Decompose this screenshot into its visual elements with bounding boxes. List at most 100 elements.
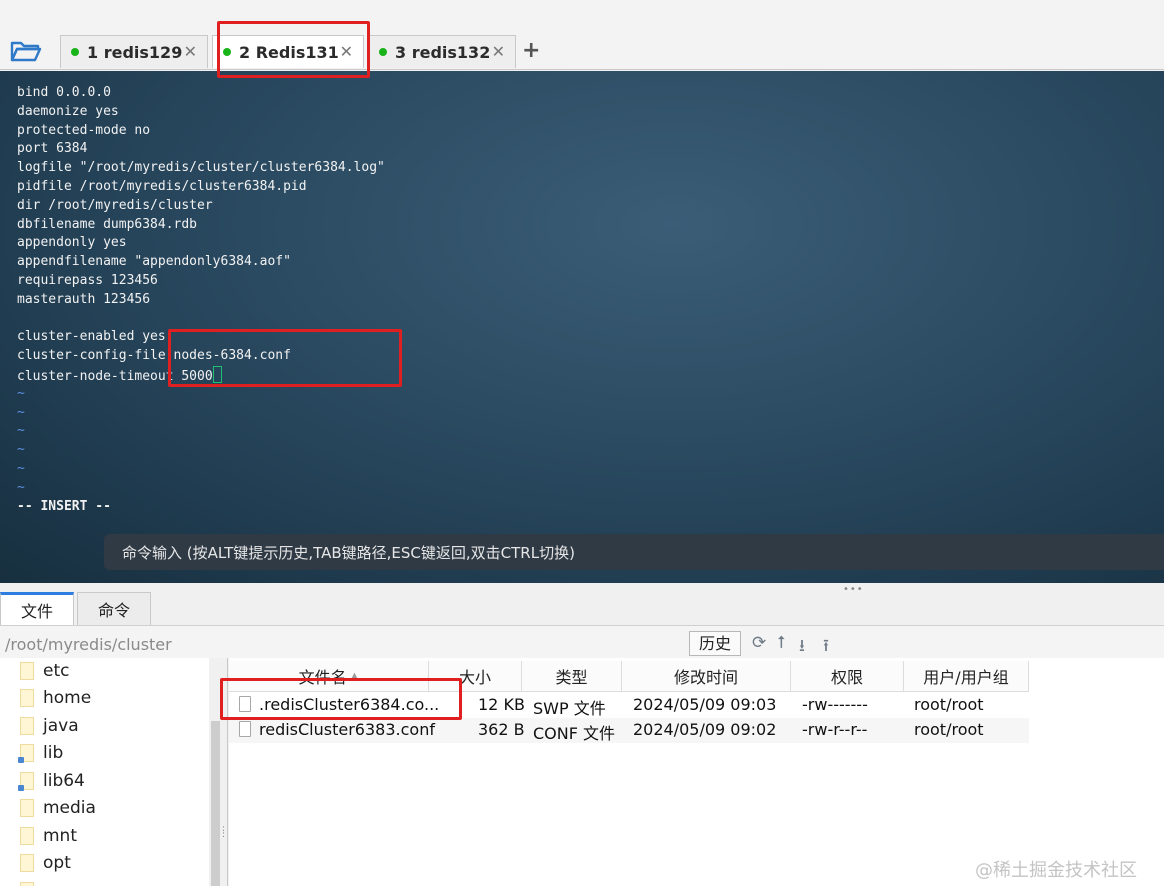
tree-item-opt[interactable]: opt <box>20 850 71 876</box>
file-name: redisCluster6383.conf <box>259 720 435 739</box>
column-header-label: 用户/用户组 <box>923 668 1009 687</box>
table-row[interactable]: .redisCluster6384.co... 12 KB SWP 文件 202… <box>229 693 1029 718</box>
tab-files[interactable]: 文件 <box>0 592 74 625</box>
folder-icon <box>20 717 34 735</box>
watermark: @稀土掘金技术社区 <box>975 860 1137 881</box>
empty-line-marker: ~ <box>17 479 25 495</box>
close-icon[interactable]: ✕ <box>184 42 197 61</box>
empty-line-marker: ~ <box>17 404 25 420</box>
tree-item-java[interactable]: java <box>20 713 79 739</box>
column-header-label: 类型 <box>555 668 588 687</box>
vertical-splitter[interactable] <box>221 658 228 886</box>
text-cursor <box>212 365 222 383</box>
sort-arrow-icon: ▲ <box>350 670 359 682</box>
file-list: 文件名 ▲ 大小 类型 修改时间 权限 用户/用户组 .redisCluster… <box>229 658 1164 886</box>
tab-number: 3 <box>395 42 407 62</box>
file-icon <box>239 696 251 712</box>
tab-redis129[interactable]: 1 redis129 ✕ <box>60 35 208 68</box>
tab-label: redis129 <box>103 42 183 62</box>
terminal-pane[interactable]: bind 0.0.0.0 daemonize yes protected-mod… <box>0 71 1164 583</box>
column-header-type[interactable]: 类型 <box>522 661 622 692</box>
tab-redis132[interactable]: 3 redis132 ✕ <box>368 35 516 68</box>
file-mtime: 2024/05/09 09:02 <box>633 720 777 739</box>
splitter-grip-icon[interactable]: :: <box>222 825 225 840</box>
open-folder-icon[interactable] <box>10 38 42 64</box>
file-mtime: 2024/05/09 09:03 <box>633 695 777 714</box>
empty-line-marker: ~ <box>17 442 25 458</box>
tab-label: redis132 <box>411 42 491 62</box>
terminal-line: appendfilename "appendonly6384.aof" <box>17 254 291 270</box>
empty-line-marker: ~ <box>17 423 25 439</box>
parent-directory-icon[interactable]: ⭡ <box>777 633 785 653</box>
terminal-line: dbfilename dump6384.rdb <box>17 216 198 232</box>
file-size: 12 KB <box>478 695 525 714</box>
terminal-line: bind 0.0.0.0 <box>17 85 111 100</box>
tree-item-media[interactable]: media <box>20 795 96 821</box>
terminal-line: requirepass 123456 <box>17 272 158 288</box>
tab-redis131[interactable]: 2 Redis131 ✕ <box>212 35 364 68</box>
column-header-name[interactable]: 文件名 ▲ <box>229 661 429 692</box>
column-header-label: 大小 <box>458 668 491 687</box>
terminal-line: cluster-config-file nodes-6384.conf <box>17 348 291 364</box>
empty-line-marker: ~ <box>17 385 25 401</box>
close-icon[interactable]: ✕ <box>340 42 353 61</box>
horizontal-splitter[interactable] <box>0 583 1164 591</box>
file-type: SWP 文件 <box>533 699 606 718</box>
file-type: CONF 文件 <box>533 724 616 743</box>
close-icon[interactable]: ✕ <box>492 42 505 61</box>
tree-item-label: etc <box>43 661 70 681</box>
file-permission: -rw-r--r-- <box>802 720 868 739</box>
tree-item-label: lib <box>43 743 64 763</box>
terminal-line: cluster-enabled yes <box>17 329 166 345</box>
tree-scrollbar-thumb[interactable] <box>211 721 220 886</box>
column-header-label: 文件名 <box>298 668 347 687</box>
terminal-line: logfile "/root/myredis/cluster/cluster63… <box>17 160 385 176</box>
empty-line-marker: ~ <box>17 460 25 476</box>
column-header-mtime[interactable]: 修改时间 <box>622 661 791 692</box>
history-button[interactable]: 历史 <box>689 631 741 656</box>
file-size: 362 B <box>478 720 525 739</box>
tab-commands[interactable]: 命令 <box>77 592 151 625</box>
terminal-line: masterauth 123456 <box>17 291 151 307</box>
file-icon <box>239 721 251 737</box>
tab-files-label: 文件 <box>20 602 53 621</box>
folder-icon <box>20 854 34 872</box>
folder-link-icon <box>18 744 34 763</box>
connected-status-dot <box>379 48 387 56</box>
command-input[interactable]: 命令输入 (按ALT键提示历史,TAB键路径,ESC键返回,双击CTRL切换) <box>104 534 1164 570</box>
path-input[interactable]: /root/myredis/cluster <box>5 635 172 654</box>
tree-item-label: media <box>43 798 96 818</box>
connected-status-dot <box>223 48 231 56</box>
column-header-permission[interactable]: 权限 <box>791 661 904 692</box>
tree-item-mnt[interactable]: mnt <box>20 823 77 849</box>
tree-item-etc[interactable]: etc <box>20 658 69 684</box>
folder-icon <box>20 799 34 817</box>
terminal-line: dir /root/myredis/cluster <box>17 197 213 213</box>
tree-item-home[interactable]: home <box>20 685 91 711</box>
column-header-owner[interactable]: 用户/用户组 <box>904 661 1029 692</box>
command-input-hint: 命令输入 (按ALT键提示历史,TAB键路径,ESC键返回,双击CTRL切换) <box>122 543 575 562</box>
table-row[interactable]: redisCluster6383.conf 362 B CONF 文件 2024… <box>229 718 1029 743</box>
file-owner: root/root <box>914 695 984 714</box>
file-name: .redisCluster6384.co... <box>259 695 440 714</box>
folder-icon <box>20 827 34 845</box>
terminal-line: cluster-node-timeout 5000 <box>17 365 385 385</box>
add-tab-icon[interactable]: + <box>522 38 540 63</box>
folder-icon <box>20 662 34 680</box>
file-permission: -rw------- <box>802 695 868 714</box>
folder-icon <box>20 689 34 707</box>
folder-link-icon <box>18 772 34 791</box>
tab-label: Redis131 <box>255 42 339 62</box>
tree-item-label: lib64 <box>43 771 85 791</box>
refresh-icon[interactable]: ⟳ <box>752 633 766 653</box>
tree-item-label: java <box>43 716 79 736</box>
terminal-line: protected-mode no <box>17 122 151 138</box>
tree-item-lib64[interactable]: lib64 <box>18 768 85 794</box>
column-header-size[interactable]: 大小 <box>429 661 522 692</box>
tab-number: 1 <box>87 42 99 62</box>
tree-item-partial[interactable] <box>20 878 43 886</box>
splitter-grip-icon[interactable]: ••• <box>843 584 864 595</box>
tree-item-lib[interactable]: lib <box>18 740 64 766</box>
path-bar: /root/myredis/cluster 历史 ⟳ ⭡ ⭳ ⭱ <box>0 625 1164 658</box>
terminal-output: bind 0.0.0.0 daemonize yes protected-mod… <box>17 84 385 516</box>
